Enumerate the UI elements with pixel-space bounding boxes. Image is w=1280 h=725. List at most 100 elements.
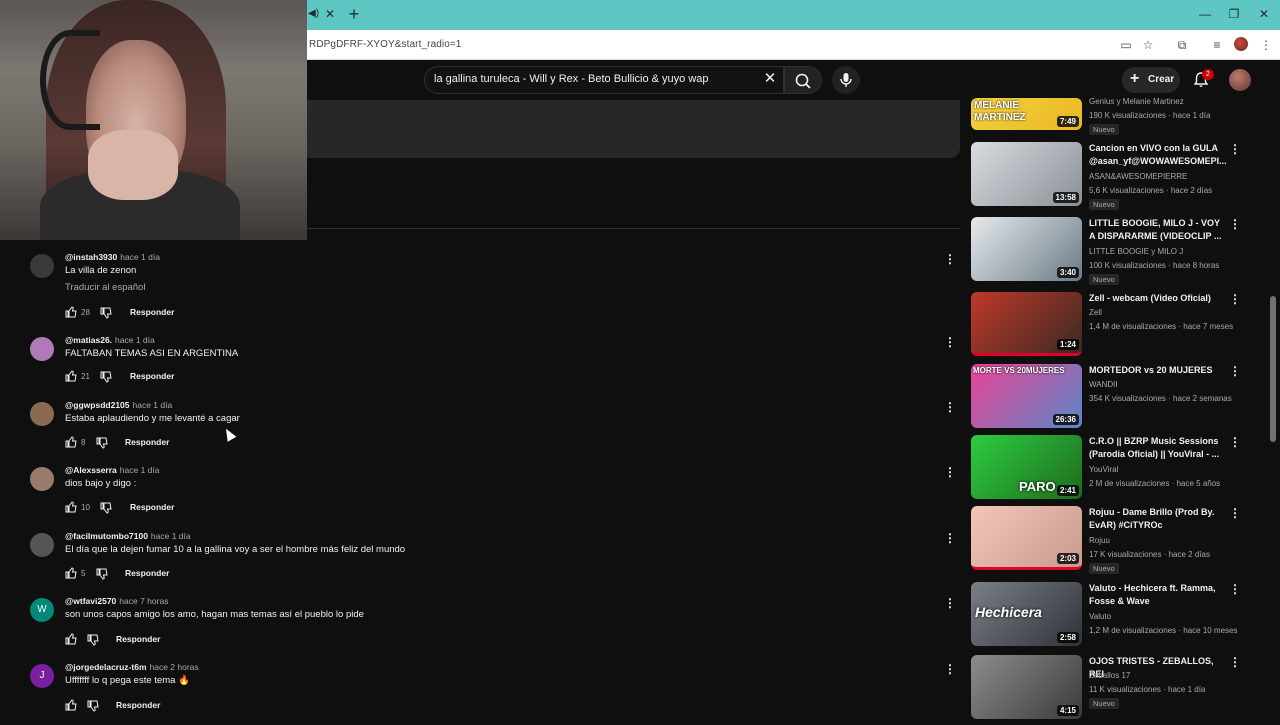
clear-search-icon[interactable]: ✕	[762, 71, 778, 87]
video-title[interactable]: Cancion en VIVO con la GULA @asan_yf@WOW…	[1089, 142, 1227, 168]
comment-avatar[interactable]: W	[30, 598, 54, 622]
thumbs-up-icon[interactable]	[65, 370, 77, 382]
comment-menu-icon[interactable]: ⋮	[944, 400, 956, 414]
reply-button[interactable]: Responder	[125, 568, 169, 578]
comment-menu-icon[interactable]: ⋮	[944, 335, 956, 349]
video-channel[interactable]: YouViral	[1089, 465, 1118, 474]
reply-button[interactable]: Responder	[116, 634, 160, 644]
comment-avatar[interactable]	[30, 254, 54, 278]
comment-author[interactable]: @instah3930	[65, 252, 117, 262]
video-menu-icon[interactable]: ⋮	[1229, 582, 1241, 596]
video-title[interactable]: Zell - webcam (Video Oficial)	[1089, 292, 1227, 305]
video-channel[interactable]: WANDII	[1089, 380, 1118, 389]
video-menu-icon[interactable]: ⋮	[1229, 292, 1241, 306]
description-panel[interactable]	[307, 100, 960, 158]
comment-avatar[interactable]	[30, 467, 54, 491]
video-menu-icon[interactable]: ⋮	[1229, 142, 1241, 156]
comment-avatar[interactable]	[30, 533, 54, 557]
comment-time[interactable]: hace 7 horas	[119, 596, 168, 606]
video-card[interactable]: MORTE VS 20MUJERES 26:36 MORTEDOR vs 20 …	[971, 364, 1246, 434]
thumbs-down-icon[interactable]	[100, 371, 112, 383]
video-thumbnail[interactable]: 13:58	[971, 142, 1082, 206]
account-avatar[interactable]	[1229, 69, 1251, 91]
comment-menu-icon[interactable]: ⋮	[944, 662, 956, 676]
video-title[interactable]: LITTLE BOOGIE, MILO J - VOY A DISPARARME…	[1089, 217, 1227, 243]
video-thumbnail[interactable]: 3:40	[971, 217, 1082, 281]
create-button[interactable]: + Crear	[1122, 67, 1180, 93]
video-thumbnail[interactable]: 1:24	[971, 292, 1082, 356]
video-channel[interactable]: LITTLE BOOGIE y MILO J	[1089, 247, 1183, 256]
media-controls-icon[interactable]: ≡	[1209, 37, 1225, 53]
video-card[interactable]: 4:15 OJOS TRISTES - ZEBALLOS, REI Zeball…	[971, 655, 1246, 725]
video-thumbnail[interactable]: 2:03	[971, 506, 1082, 570]
video-title[interactable]: C.R.O || BZRP Music Sessions (Parodia Of…	[1089, 435, 1227, 461]
close-window-icon[interactable]: ✕	[1257, 6, 1271, 22]
page-scrollbar[interactable]	[1270, 296, 1276, 442]
thumbs-up-icon[interactable]	[65, 699, 77, 711]
thumbs-down-icon[interactable]	[96, 568, 108, 580]
video-card[interactable]: 13:58 Cancion en VIVO con la GULA @asan_…	[971, 142, 1246, 212]
reply-button[interactable]: Responder	[116, 700, 160, 710]
video-thumbnail[interactable]: PARO 2:41	[971, 435, 1082, 499]
video-thumbnail[interactable]: 4:15	[971, 655, 1082, 719]
video-channel[interactable]: Valuto	[1089, 612, 1111, 621]
comment-time[interactable]: hace 1 día	[120, 465, 160, 475]
browser-menu-icon[interactable]: ⋮	[1258, 37, 1274, 53]
restore-icon[interactable]: ❐	[1227, 6, 1241, 22]
video-card[interactable]: 2:03 Rojuu - Dame Brillo (Prod By. EvAR)…	[971, 506, 1246, 576]
comment-author[interactable]: @facilmutombo7100	[65, 531, 148, 541]
thumbs-up-icon[interactable]	[65, 567, 77, 579]
comment-time[interactable]: hace 1 día	[120, 252, 160, 262]
video-channel[interactable]: ASAN&AWESOMEPIERRE	[1089, 172, 1187, 181]
comment-author[interactable]: @Alexsserra	[65, 465, 117, 475]
comment-author[interactable]: @matias26.	[65, 335, 112, 345]
video-menu-icon[interactable]: ⋮	[1229, 435, 1241, 449]
thumbs-down-icon[interactable]	[100, 307, 112, 319]
extensions-icon[interactable]: ⧉	[1174, 37, 1190, 53]
voice-search-button[interactable]	[832, 66, 860, 94]
comment-menu-icon[interactable]: ⋮	[944, 465, 956, 479]
cast-icon[interactable]: ▭	[1118, 37, 1134, 53]
video-thumbnail[interactable]: MORTE VS 20MUJERES 26:36	[971, 364, 1082, 428]
thumbs-up-icon[interactable]	[65, 436, 77, 448]
tab-close-icon[interactable]: ✕	[323, 7, 337, 21]
comment-avatar[interactable]: J	[30, 664, 54, 688]
reply-button[interactable]: Responder	[130, 307, 174, 317]
comment-time[interactable]: hace 2 horas	[150, 662, 199, 672]
comment-author[interactable]: @wtfavi2570	[65, 596, 116, 606]
comment-avatar[interactable]	[30, 337, 54, 361]
translate-link[interactable]: Traducir al español	[65, 282, 145, 293]
reply-button[interactable]: Responder	[125, 437, 169, 447]
video-channel[interactable]: Zell	[1089, 308, 1102, 317]
video-channel[interactable]: Rojuu	[1089, 536, 1110, 545]
video-title[interactable]: MORTEDOR vs 20 MUJERES	[1089, 364, 1227, 377]
comment-author[interactable]: @jorgedelacruz-t6m	[65, 662, 147, 672]
thumbs-down-icon[interactable]	[96, 437, 108, 449]
video-thumbnail[interactable]: MELANIE MARTINEZ 7:49	[971, 98, 1082, 130]
search-query-text[interactable]: la gallina turuleca - Will y Rex - Beto …	[434, 73, 709, 85]
video-channel[interactable]: Zeballos 17	[1089, 671, 1130, 680]
thumbs-down-icon[interactable]	[100, 502, 112, 514]
bookmark-star-icon[interactable]: ☆	[1140, 37, 1156, 53]
comment-menu-icon[interactable]: ⋮	[944, 252, 956, 266]
thumbs-up-icon[interactable]	[65, 633, 77, 645]
thumbs-up-icon[interactable]	[65, 501, 77, 513]
comment-menu-icon[interactable]: ⋮	[944, 531, 956, 545]
url-text[interactable]: RDPgDFRF-XYOY&start_radio=1	[309, 39, 461, 50]
video-title[interactable]: Valuto - Hechicera ft. Ramma, Fosse & Wa…	[1089, 582, 1227, 608]
comment-author[interactable]: @ggwpsdd2105	[65, 400, 130, 410]
video-title[interactable]: Rojuu - Dame Brillo (Prod By. EvAR) #CiT…	[1089, 506, 1227, 532]
reply-button[interactable]: Responder	[130, 371, 174, 381]
search-button[interactable]	[784, 66, 822, 94]
tab-audio-icon[interactable]: ◀)	[308, 7, 319, 21]
comment-menu-icon[interactable]: ⋮	[944, 596, 956, 610]
new-tab-button[interactable]: +	[346, 5, 362, 23]
video-menu-icon[interactable]: ⋮	[1229, 655, 1241, 669]
thumbs-down-icon[interactable]	[87, 700, 99, 712]
video-menu-icon[interactable]: ⋮	[1229, 364, 1241, 378]
video-channel[interactable]: Genius y Melanie Martinez	[1089, 97, 1184, 106]
video-card[interactable]: PARO 2:41 C.R.O || BZRP Music Sessions (…	[971, 435, 1246, 505]
video-menu-icon[interactable]: ⋮	[1229, 506, 1241, 520]
thumbs-up-icon[interactable]	[65, 306, 77, 318]
video-menu-icon[interactable]: ⋮	[1229, 217, 1241, 231]
